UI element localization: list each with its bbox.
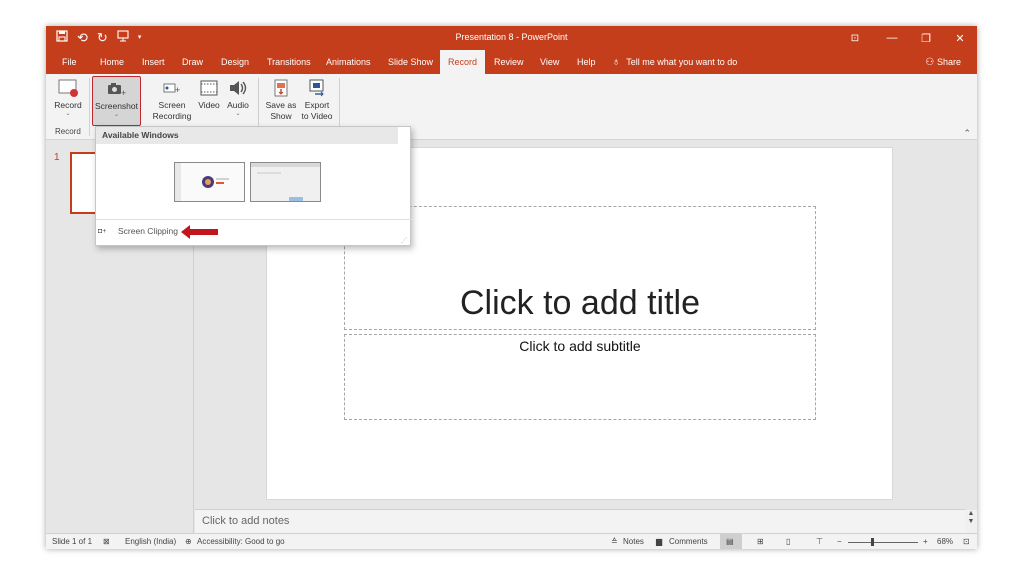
svg-text:+: + bbox=[175, 85, 180, 95]
speaker-icon bbox=[230, 81, 247, 95]
zoom-slider-track[interactable] bbox=[848, 542, 918, 543]
tell-me-box[interactable]: ♁ Tell me what you want to do bbox=[612, 50, 737, 74]
save-as-show-line2: Show bbox=[270, 111, 292, 121]
notes-icon: ≙ bbox=[611, 537, 618, 546]
camera-icon: + bbox=[107, 83, 126, 98]
record-button[interactable]: Record ⌄ bbox=[50, 76, 86, 126]
available-window-thumbnail[interactable] bbox=[174, 162, 245, 202]
minimize-button[interactable]: — bbox=[875, 32, 909, 44]
chevron-down-icon: ⌄ bbox=[113, 112, 120, 118]
chevron-down-icon: ⌄ bbox=[235, 111, 241, 117]
restore-button[interactable]: ❐ bbox=[909, 32, 943, 45]
collapse-ribbon-icon[interactable]: ⌃ bbox=[963, 128, 971, 139]
accessibility-status[interactable]: Accessibility: Good to go bbox=[197, 537, 285, 546]
normal-view-icon: ▤ bbox=[726, 537, 734, 546]
subtitle-placeholder-text: Click to add subtitle bbox=[519, 338, 641, 354]
zoom-out-button[interactable]: − bbox=[837, 537, 842, 546]
video-button[interactable]: Video bbox=[196, 76, 222, 126]
screen-recording-line2: Recording bbox=[152, 111, 192, 121]
title-bar: ⟲ ↻ ▾ Presentation 8 - PowerPoint ⊡ — ❐ … bbox=[46, 26, 977, 50]
resize-grip-icon[interactable]: ⋰ bbox=[401, 237, 407, 244]
notes-pane[interactable]: Click to add notes bbox=[195, 509, 965, 533]
video-label: Video bbox=[198, 100, 220, 110]
audio-button[interactable]: Audio ⌄ bbox=[224, 76, 252, 126]
slide-sorter-icon[interactable]: ⊞ bbox=[757, 537, 764, 546]
export-to-video-button[interactable]: Export to Video bbox=[298, 76, 336, 126]
tab-draw[interactable]: Draw bbox=[174, 50, 211, 74]
comments-button[interactable]: Comments bbox=[669, 537, 708, 546]
save-as-show-icon bbox=[274, 79, 288, 97]
audio-label: Audio bbox=[227, 100, 249, 110]
screenshot-label: Screenshot bbox=[95, 101, 138, 111]
tab-view[interactable]: View bbox=[532, 50, 567, 74]
title-placeholder-text: Click to add title bbox=[460, 284, 700, 322]
record-label: Record bbox=[54, 100, 82, 110]
notes-placeholder-text: Click to add notes bbox=[202, 515, 290, 527]
group-separator bbox=[89, 78, 90, 136]
tab-help[interactable]: Help bbox=[569, 50, 604, 74]
export-to-video-line2: to Video bbox=[301, 111, 333, 121]
screen-clipping-label: Screen Clipping bbox=[118, 226, 179, 236]
tab-insert[interactable]: Insert bbox=[134, 50, 173, 74]
spelling-icon[interactable]: ⊠ bbox=[103, 537, 110, 546]
tab-slide-show[interactable]: Slide Show bbox=[380, 50, 441, 74]
tab-file[interactable]: File bbox=[54, 50, 85, 74]
screenshot-dropdown: Available Windows ◘+ Screen Clipping ⋰ bbox=[95, 126, 412, 246]
share-label: Share bbox=[936, 57, 961, 67]
film-icon bbox=[200, 80, 218, 96]
slide-number: 1 bbox=[54, 152, 60, 163]
available-windows-header: Available Windows bbox=[96, 127, 398, 144]
slide-count: Slide 1 of 1 bbox=[52, 537, 93, 546]
zoom-level[interactable]: 68% bbox=[937, 537, 953, 546]
fit-slide-icon[interactable]: ⊡ bbox=[963, 537, 970, 546]
camera-icon: ◘+ bbox=[98, 227, 107, 235]
save-as-show-button[interactable]: Save as Show bbox=[262, 76, 300, 126]
tab-review[interactable]: Review bbox=[486, 50, 532, 74]
export-to-video-line1: Export bbox=[304, 100, 330, 110]
tab-record[interactable]: Record bbox=[440, 50, 486, 74]
language-status[interactable]: English (India) bbox=[125, 537, 176, 546]
dropdown-separator bbox=[96, 219, 412, 220]
red-arrow-annotation bbox=[181, 225, 218, 239]
screen-clipping-button[interactable]: ◘+ Screen Clipping bbox=[98, 223, 178, 239]
close-button[interactable]: ✕ bbox=[943, 32, 977, 45]
screen-recording-button[interactable]: + Screen Recording bbox=[148, 76, 196, 126]
tab-design[interactable]: Design bbox=[213, 50, 257, 74]
svg-text:+: + bbox=[121, 88, 126, 98]
share-button[interactable]: ⚇ Share bbox=[925, 50, 961, 74]
tab-home[interactable]: Home bbox=[92, 50, 132, 74]
person-icon: ⚇ bbox=[925, 57, 937, 68]
tab-animations[interactable]: Animations bbox=[318, 50, 379, 74]
scroll-up-icon[interactable]: ▲ bbox=[965, 510, 977, 518]
tell-me-text: Tell me what you want to do bbox=[626, 57, 738, 67]
group-label-record: Record bbox=[55, 127, 81, 136]
subtitle-placeholder[interactable]: Click to add subtitle bbox=[344, 334, 816, 420]
scroll-down-icon[interactable]: ▼ bbox=[965, 518, 977, 526]
comments-icon: ▆ bbox=[656, 537, 663, 546]
screen-recording-line1: Screen bbox=[158, 100, 186, 110]
powerpoint-window: ⟲ ↻ ▾ Presentation 8 - PowerPoint ⊡ — ❐ … bbox=[46, 26, 977, 549]
reading-view-icon[interactable]: ▯ bbox=[786, 537, 790, 546]
screen-recording-icon: + bbox=[163, 83, 180, 95]
lightbulb-icon: ♁ bbox=[612, 56, 621, 68]
screenshot-button[interactable]: + Screenshot ⌄ bbox=[92, 76, 141, 126]
zoom-in-button[interactable]: + bbox=[923, 537, 928, 546]
export-video-icon bbox=[309, 79, 324, 97]
status-bar: Slide 1 of 1 ⊠ English (India) ⊕ Accessi… bbox=[46, 533, 977, 549]
tab-transitions[interactable]: Transitions bbox=[259, 50, 319, 74]
vertical-scrollbar[interactable]: ▲ ▼ bbox=[965, 510, 977, 534]
ribbon-display-options-icon[interactable]: ⊡ bbox=[835, 33, 875, 44]
ribbon-tabs: File Home Insert Draw Design Transitions… bbox=[46, 50, 977, 74]
accessibility-icon[interactable]: ⊕ bbox=[185, 537, 192, 546]
zoom-slider-thumb[interactable] bbox=[871, 538, 874, 546]
title-placeholder[interactable]: Click to add title bbox=[344, 206, 816, 330]
record-icon bbox=[58, 79, 78, 97]
notes-button[interactable]: Notes bbox=[623, 537, 644, 546]
slideshow-icon[interactable]: ⊤ bbox=[816, 537, 823, 546]
window-controls: ⊡ — ❐ ✕ bbox=[835, 26, 977, 50]
save-as-show-line1: Save as bbox=[265, 100, 297, 110]
available-window-thumbnail[interactable] bbox=[250, 162, 321, 202]
chevron-down-icon: ⌄ bbox=[65, 111, 71, 117]
